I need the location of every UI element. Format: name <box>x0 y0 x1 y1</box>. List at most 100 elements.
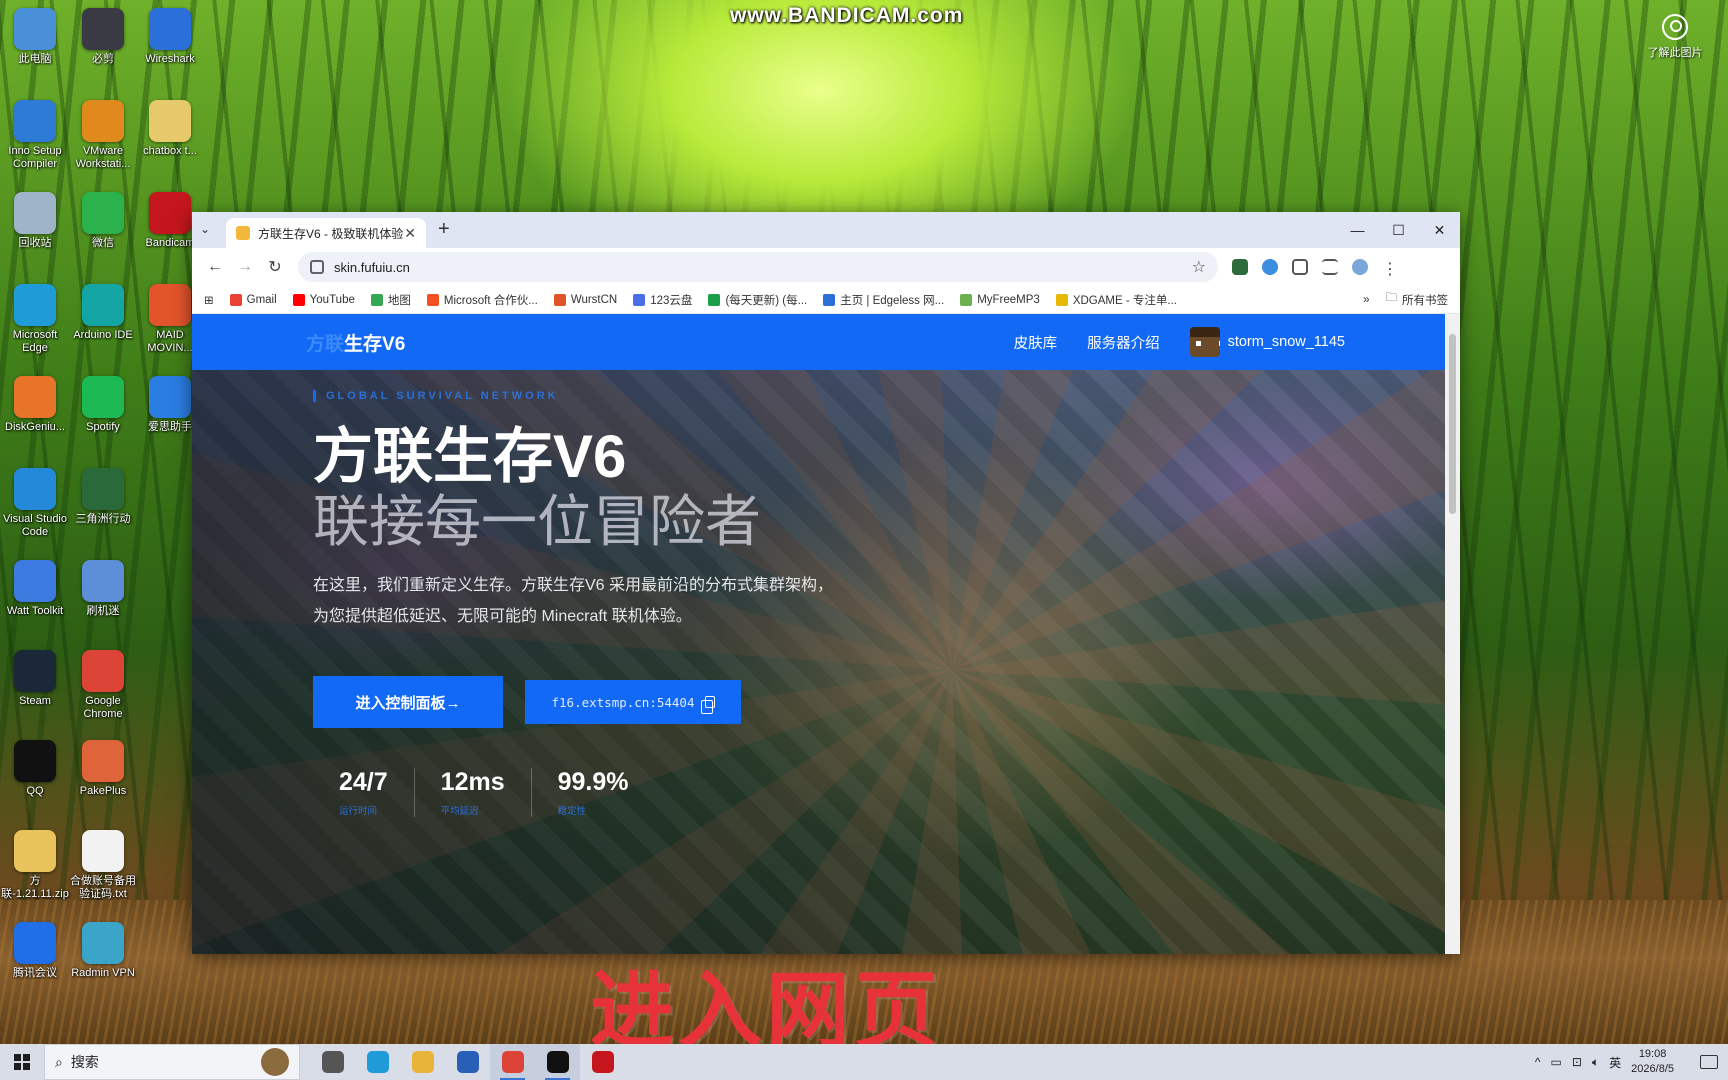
desktop-icon[interactable]: 腾讯会议 <box>0 922 70 980</box>
bookmark-item[interactable]: XDGAME - 专注单... <box>1055 292 1177 308</box>
desktop-icon[interactable]: PakePlus <box>68 740 138 798</box>
desktop-icon[interactable]: chatbox t... <box>135 100 205 158</box>
scrollbar-thumb[interactable] <box>1449 334 1456 514</box>
app-icon <box>82 650 124 692</box>
close-window-button[interactable]: ✕ <box>1419 212 1460 248</box>
desktop-icon[interactable]: 必剪 <box>68 8 138 66</box>
desktop-icon[interactable]: QQ <box>0 740 70 798</box>
nav-skin-library[interactable]: 皮肤库 <box>1014 332 1058 353</box>
desktop-icon[interactable]: 微信 <box>68 192 138 250</box>
bookmark-item[interactable]: (每天更新) (每... <box>708 292 807 308</box>
desktop-icon[interactable]: Microsoft Edge <box>0 284 70 355</box>
nav-server-intro[interactable]: 服务器介绍 <box>1087 332 1160 353</box>
back-arrow-icon[interactable]: ← <box>200 258 230 276</box>
logo-prefix: 方联 <box>306 333 345 355</box>
taskbar-app-pcl[interactable] <box>445 1044 490 1080</box>
desktop-icon[interactable]: 方联-1.21.11.zip <box>0 830 70 901</box>
menu-kebab-icon[interactable]: ⋮ <box>1382 259 1398 278</box>
extensions-puzzle-icon[interactable] <box>1292 259 1308 275</box>
network-icon[interactable]: ⊡ <box>1572 1055 1582 1069</box>
desktop-icon[interactable]: 回收站 <box>0 192 70 250</box>
volume-icon[interactable]: 🔈︎ <box>1592 1055 1599 1070</box>
desktop-icon-label: DiskGeniu... <box>5 421 65 433</box>
bookmark-item[interactable]: 123云盘 <box>633 292 692 308</box>
bookmark-item[interactable]: Microsoft 合作伙... <box>426 292 538 308</box>
bookmark-item[interactable]: 地图 <box>370 292 411 308</box>
ime-indicator[interactable]: 英 <box>1609 1054 1621 1071</box>
new-tab-button[interactable]: + <box>438 218 450 241</box>
taskbar-app-chrome[interactable] <box>490 1044 535 1080</box>
desktop-icon[interactable]: Inno Setup Compiler <box>0 100 70 171</box>
bookmark-item[interactable]: YouTube <box>292 293 355 306</box>
extension-audio-icon[interactable] <box>1262 259 1278 275</box>
search-highlight-owl-icon <box>261 1048 289 1076</box>
app-icon <box>82 8 124 50</box>
site-info-icon[interactable] <box>310 260 324 274</box>
stat-item: 24/7 运行时间 <box>313 768 414 817</box>
desktop-icon[interactable]: 合做账号备用验证码.txt <box>68 830 138 901</box>
desktop-icon[interactable]: Arduino IDE <box>68 284 138 342</box>
maximize-button[interactable]: ☐ <box>1378 212 1419 248</box>
minimize-button[interactable]: — <box>1337 212 1378 248</box>
copy-server-address-button[interactable]: f16.extsmp.cn:54404 <box>525 680 741 724</box>
clock[interactable]: 19:08 2026/8/5 <box>1631 1047 1674 1077</box>
desktop-icon-label: 三角洲行动 <box>75 513 131 525</box>
notification-icon[interactable] <box>1700 1055 1718 1069</box>
app-icon <box>149 8 191 50</box>
extension-download-icon[interactable] <box>1232 259 1248 275</box>
apps-grid-icon[interactable]: ⊞ <box>204 293 214 307</box>
desktop-icon[interactable]: Watt Toolkit <box>0 560 70 618</box>
desktop-icon[interactable]: Steam <box>0 650 70 708</box>
desktop-icon-label: 刷机迷 <box>86 605 120 617</box>
taskbar-app-task-view[interactable] <box>310 1044 355 1080</box>
app-icon <box>14 740 56 782</box>
bookmark-star-icon[interactable]: ☆ <box>1192 257 1206 277</box>
control-panel-button[interactable]: 进入控制面板→ <box>313 676 503 728</box>
bookmark-favicon-icon <box>708 293 721 306</box>
tab-active[interactable]: 方联生存V6 - 极致联机体验 ✕ <box>226 218 426 248</box>
stat-label: 平均延迟 <box>440 806 479 817</box>
reload-icon[interactable]: ↻ <box>260 257 290 277</box>
battery-icon[interactable]: ▭ <box>1551 1055 1562 1069</box>
desktop-icon[interactable]: 三角洲行动 <box>68 468 138 526</box>
start-button[interactable] <box>0 1044 44 1080</box>
page-scrollbar[interactable] <box>1445 314 1460 954</box>
all-bookmarks-button[interactable]: 🗀︎ 所有书签 <box>1386 290 1449 309</box>
desktop-icon[interactable]: Radmin VPN <box>68 922 138 980</box>
forward-arrow-icon[interactable]: → <box>230 258 260 276</box>
taskbar-search[interactable]: ⌕ 搜索 <box>44 1044 300 1080</box>
avatar <box>1189 327 1220 357</box>
user-menu[interactable]: storm_snow_1145 <box>1189 327 1345 357</box>
tray-chevron-up-icon[interactable]: ^ <box>1535 1055 1541 1069</box>
learn-about-picture[interactable]: 了解此图片 <box>1640 14 1710 60</box>
taskbar-app-bandicam[interactable] <box>580 1044 625 1080</box>
app-icon <box>14 560 56 602</box>
desktop-icon[interactable]: DiskGeniu... <box>0 376 70 434</box>
site-logo[interactable]: 方联生存V6 <box>306 329 405 356</box>
bookmark-item[interactable]: 主页 | Edgeless 网... <box>823 292 944 308</box>
taskbar-app-file-explorer[interactable] <box>400 1044 445 1080</box>
url-text[interactable]: skin.fufuiu.cn <box>334 260 1192 275</box>
profile-avatar-icon[interactable] <box>1352 259 1368 275</box>
taskbar-app-qq[interactable] <box>535 1044 580 1080</box>
hero-kicker: GLOBAL SURVIVAL NETWORK <box>313 390 893 402</box>
address-bar[interactable]: skin.fufuiu.cn ☆ <box>298 252 1218 282</box>
bookmark-item[interactable]: WurstCN <box>553 293 617 306</box>
desktop-icon[interactable]: 刷机迷 <box>68 560 138 618</box>
bookmark-item[interactable]: Gmail <box>229 293 277 306</box>
tab-close-icon[interactable]: ✕ <box>404 225 416 242</box>
desktop-icon[interactable]: Google Chrome <box>68 650 138 721</box>
bookmark-item[interactable]: MyFreeMP3 <box>960 293 1040 306</box>
desktop-icon[interactable]: Spotify <box>68 376 138 434</box>
tab-search-chevron-icon[interactable]: ⌄ <box>200 222 210 236</box>
bookmark-label: 123云盘 <box>650 294 693 307</box>
taskbar-app-edge[interactable] <box>355 1044 400 1080</box>
desktop-icon[interactable]: 此电脑 <box>0 8 70 66</box>
desktop-icon[interactable]: Visual Studio Code <box>0 468 70 539</box>
bookmarks-overflow-button[interactable]: » <box>1363 294 1369 306</box>
desktop-icon[interactable]: Wireshark <box>135 8 205 66</box>
desktop-icon[interactable]: VMware Workstati... <box>68 100 138 171</box>
media-controls-icon[interactable] <box>1322 259 1338 275</box>
edge-icon <box>366 1051 389 1073</box>
bookmark-favicon-icon <box>292 293 305 306</box>
